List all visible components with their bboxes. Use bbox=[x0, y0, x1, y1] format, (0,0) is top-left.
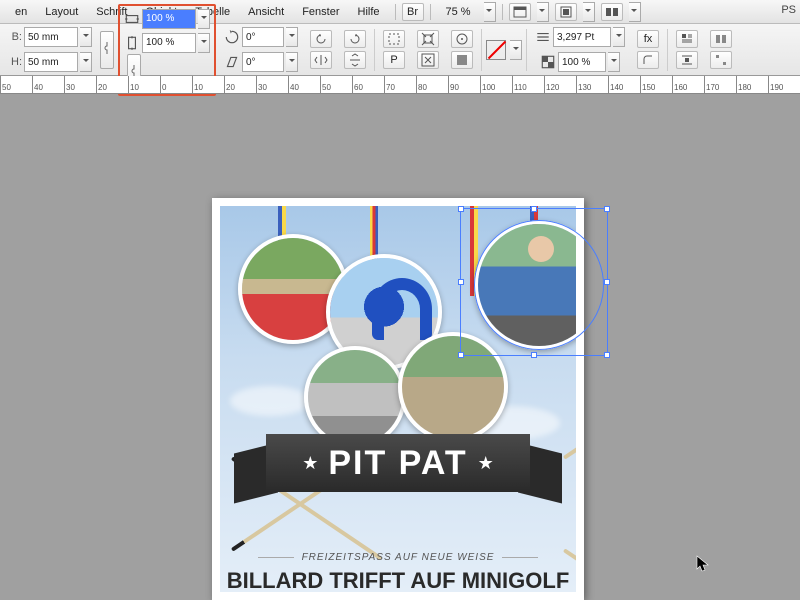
fill-dd[interactable] bbox=[510, 40, 522, 60]
text-wrap-2-icon[interactable] bbox=[676, 51, 698, 69]
zoom-dropdown[interactable] bbox=[484, 2, 496, 22]
height-dd[interactable] bbox=[80, 52, 92, 72]
flip-v-icon[interactable] bbox=[344, 51, 366, 69]
view-mode-dd[interactable] bbox=[537, 2, 549, 22]
horizontal-ruler[interactable]: 5040302010010203040506070809010011012013… bbox=[0, 76, 800, 94]
separator bbox=[374, 29, 375, 71]
width-label: B: bbox=[8, 31, 22, 43]
separator bbox=[430, 4, 431, 20]
document-page[interactable]: ★ PIT PAT ★ FREIZEITSPASS AUF NEUE WEISE… bbox=[212, 198, 584, 600]
arrange-dd[interactable] bbox=[629, 2, 641, 22]
zoom-value: 75 % bbox=[437, 6, 480, 18]
menu-en[interactable]: en bbox=[6, 6, 36, 18]
select-content-icon[interactable]: P bbox=[383, 51, 405, 69]
separator bbox=[526, 29, 527, 71]
screen-mode-dd[interactable] bbox=[583, 2, 595, 22]
arrange-icon[interactable] bbox=[601, 3, 623, 21]
scale-y-input[interactable] bbox=[142, 33, 196, 53]
rotate-dd[interactable] bbox=[286, 27, 298, 47]
rotate-input[interactable] bbox=[242, 27, 284, 47]
distribute-icon[interactable] bbox=[710, 51, 732, 69]
flip-h-icon[interactable] bbox=[310, 51, 332, 69]
opacity-dd[interactable] bbox=[608, 52, 620, 72]
subtitle-text: FREIZEITSPASS AUF NEUE WEISE bbox=[220, 552, 576, 563]
rotate-ccw-icon[interactable] bbox=[310, 30, 332, 48]
bridge-button[interactable]: Br bbox=[402, 3, 424, 21]
rotate-icon bbox=[224, 29, 240, 45]
title-banner: ★ PIT PAT ★ bbox=[240, 434, 556, 506]
ps-label: PS bbox=[781, 4, 796, 16]
width-input[interactable] bbox=[24, 27, 78, 47]
menu-layout[interactable]: Layout bbox=[36, 6, 87, 18]
shear-dd[interactable] bbox=[286, 52, 298, 72]
screen-mode-icon[interactable] bbox=[555, 3, 577, 21]
fill-frame-icon[interactable] bbox=[451, 51, 473, 69]
zoom-control[interactable]: 75 % bbox=[437, 2, 496, 22]
scale-x-input[interactable] bbox=[142, 9, 196, 29]
separator bbox=[481, 29, 482, 71]
stroke-weight-icon bbox=[535, 29, 551, 45]
text-wrap-icon[interactable] bbox=[676, 30, 698, 48]
mouse-cursor-icon bbox=[696, 555, 710, 573]
opacity-input[interactable] bbox=[558, 52, 606, 72]
fill-swatch[interactable] bbox=[486, 40, 506, 60]
menu-fenster[interactable]: Fenster bbox=[293, 6, 348, 18]
corner-options-icon[interactable] bbox=[637, 51, 659, 69]
title-text: PIT PAT bbox=[328, 444, 467, 483]
link-wh-icon[interactable] bbox=[100, 31, 114, 69]
fit-content-icon[interactable] bbox=[417, 30, 439, 48]
view-mode-icon[interactable] bbox=[509, 3, 531, 21]
scale-y-icon bbox=[124, 35, 140, 51]
opacity-icon bbox=[540, 54, 556, 70]
headline-text: BILLARD TRIFFT AUF MINIGOLF bbox=[220, 568, 576, 592]
stroke-dd[interactable] bbox=[613, 27, 625, 47]
star-icon: ★ bbox=[302, 453, 318, 474]
width-dd[interactable] bbox=[80, 27, 92, 47]
rotate-cw-icon[interactable] bbox=[344, 30, 366, 48]
shear-input[interactable] bbox=[242, 52, 284, 72]
fit-frame-icon[interactable] bbox=[417, 51, 439, 69]
scale-x-icon bbox=[124, 11, 140, 27]
separator bbox=[667, 29, 668, 71]
scale-x-dd[interactable] bbox=[198, 9, 210, 29]
align-icon[interactable] bbox=[710, 30, 732, 48]
photo-circle-3[interactable] bbox=[304, 346, 406, 448]
scale-y-dd[interactable] bbox=[198, 33, 210, 53]
cloud bbox=[230, 386, 310, 416]
control-bar: B: H: bbox=[0, 24, 800, 76]
cue-stick bbox=[563, 356, 576, 460]
center-content-icon[interactable] bbox=[451, 30, 473, 48]
menu-ansicht[interactable]: Ansicht bbox=[239, 6, 293, 18]
stroke-weight-input[interactable] bbox=[553, 27, 611, 47]
star-icon: ★ bbox=[478, 453, 494, 474]
separator bbox=[502, 4, 503, 20]
effects-icon[interactable]: fx bbox=[637, 30, 659, 48]
selection-inner[interactable] bbox=[474, 220, 604, 350]
menu-hilfe[interactable]: Hilfe bbox=[349, 6, 389, 18]
height-input[interactable] bbox=[24, 52, 78, 72]
select-container-icon[interactable] bbox=[383, 30, 405, 48]
shear-icon bbox=[224, 54, 240, 70]
height-label: H: bbox=[8, 56, 22, 68]
separator bbox=[395, 4, 396, 20]
